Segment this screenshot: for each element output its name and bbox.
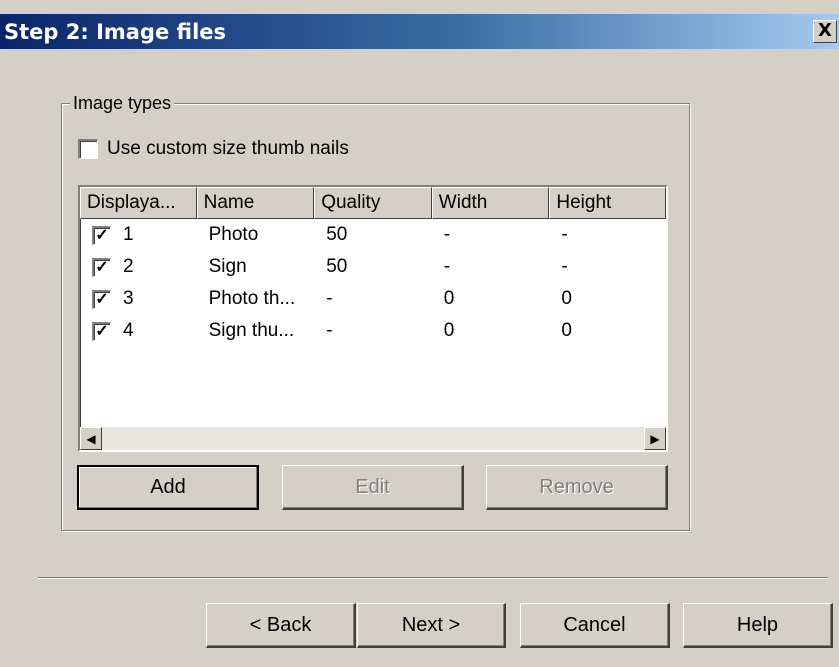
table-row[interactable]: ✓ 3 Photo th... - 0 0 xyxy=(80,283,666,315)
horizontal-scrollbar[interactable]: ◀ ▶ xyxy=(80,427,666,450)
close-icon[interactable]: X xyxy=(813,20,837,43)
height-cell: - xyxy=(561,224,568,245)
display-cell: ✓ 3 xyxy=(80,288,197,310)
group-label: Image types xyxy=(70,93,175,114)
name-cell: Photo xyxy=(208,224,259,245)
name-cell: Photo th... xyxy=(208,288,296,309)
row-checkbox[interactable]: ✓ xyxy=(92,321,111,341)
display-cell: ✓ 4 xyxy=(80,320,197,342)
height-cell: 0 xyxy=(561,288,572,309)
width-cell: - xyxy=(443,224,451,245)
width-cell: - xyxy=(443,256,451,277)
add-button[interactable]: Add xyxy=(77,465,259,510)
custom-thumbs-label: Use custom size thumb nails xyxy=(107,138,349,159)
row-checkbox[interactable]: ✓ xyxy=(92,225,111,245)
image-types-list[interactable]: Displaya... Name Quality Width Height ✓ … xyxy=(78,185,668,452)
table-row[interactable]: ✓ 2 Sign 50 - - xyxy=(80,251,666,283)
cancel-button[interactable]: Cancel xyxy=(520,603,670,648)
list-header: Displaya... Name Quality Width Height xyxy=(80,187,666,219)
back-button[interactable]: < Back xyxy=(206,603,356,648)
width-cell: 0 xyxy=(443,320,455,341)
column-header-display[interactable]: Displaya... xyxy=(80,187,197,219)
quality-cell: 50 xyxy=(326,224,348,245)
column-header-width[interactable]: Width xyxy=(431,187,550,219)
custom-thumbs-checkbox[interactable] xyxy=(78,139,98,159)
name-cell: Sign xyxy=(208,256,247,277)
quality-cell: 50 xyxy=(326,256,348,277)
column-header-name[interactable]: Name xyxy=(196,187,315,219)
help-button[interactable]: Help xyxy=(683,603,833,648)
custom-thumbs-option[interactable]: Use custom size thumb nails xyxy=(78,138,349,160)
row-checkbox[interactable]: ✓ xyxy=(92,257,111,277)
row-checkbox[interactable]: ✓ xyxy=(92,289,111,309)
column-header-height[interactable]: Height xyxy=(549,187,666,219)
quality-cell: - xyxy=(326,288,333,309)
height-cell: - xyxy=(561,256,568,277)
edit-button[interactable]: Edit xyxy=(282,465,464,510)
width-cell: 0 xyxy=(443,288,455,309)
table-row[interactable]: ✓ 4 Sign thu... - 0 0 xyxy=(80,315,666,347)
display-cell: ✓ 2 xyxy=(80,256,197,278)
display-cell: ✓ 1 xyxy=(80,224,197,246)
window-title: Step 2: Image files xyxy=(4,19,227,44)
quality-cell: - xyxy=(326,320,333,341)
display-number: 3 xyxy=(123,288,134,309)
height-cell: 0 xyxy=(561,320,572,341)
name-cell: Sign thu... xyxy=(208,320,295,341)
arrow-left-icon[interactable]: ◀ xyxy=(80,427,102,450)
title-bar: Step 2: Image files X xyxy=(0,14,839,49)
table-row[interactable]: ✓ 1 Photo 50 - - xyxy=(80,219,666,251)
arrow-right-icon[interactable]: ▶ xyxy=(644,427,666,450)
display-number: 2 xyxy=(123,256,134,277)
remove-button[interactable]: Remove xyxy=(486,465,668,510)
next-button[interactable]: Next > xyxy=(357,603,506,648)
footer-separator xyxy=(38,577,828,579)
display-number: 4 xyxy=(123,320,134,341)
column-header-quality[interactable]: Quality xyxy=(314,187,432,219)
display-number: 1 xyxy=(123,224,134,245)
